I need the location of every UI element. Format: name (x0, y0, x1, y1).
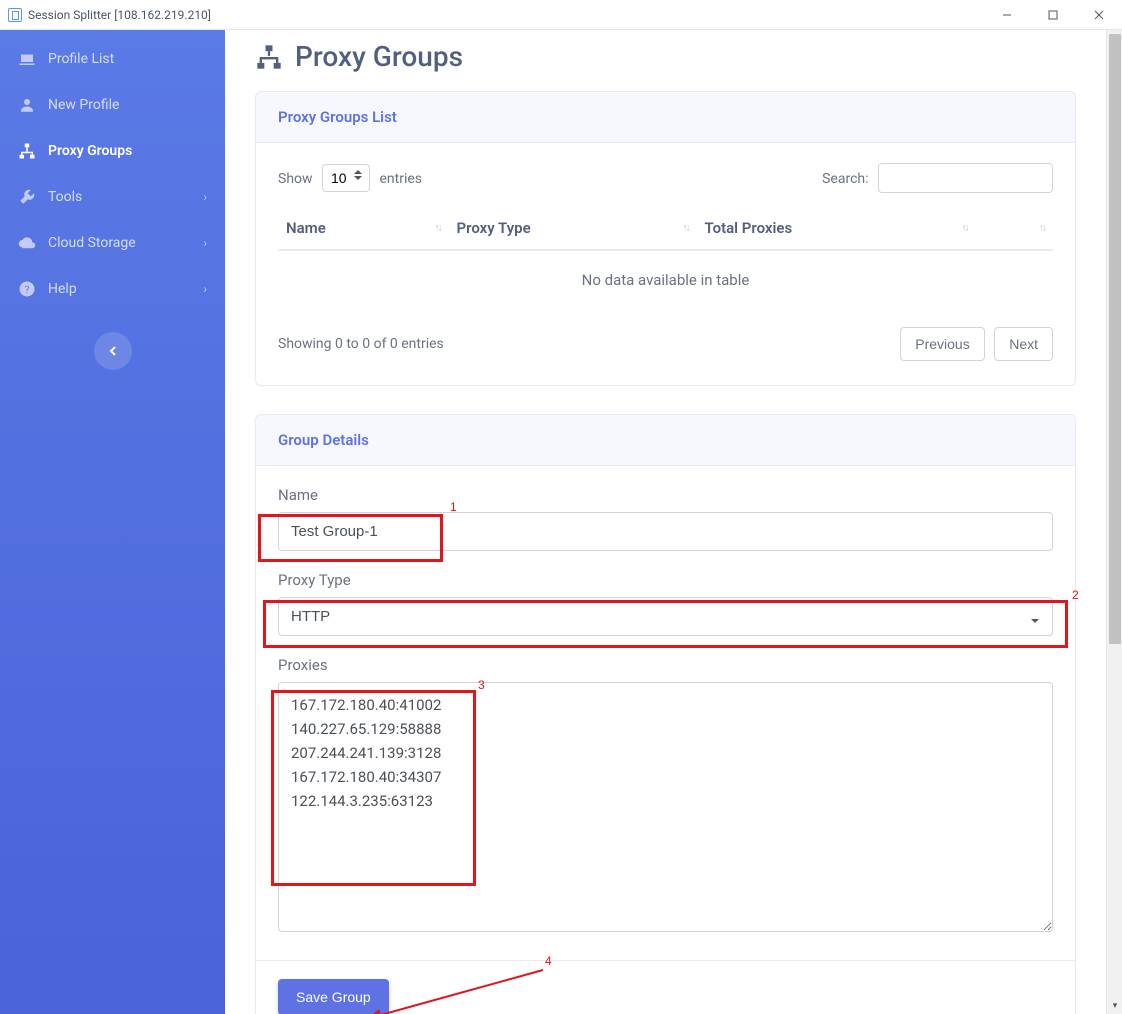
sidebar-item-help[interactable]: ? Help › (0, 266, 225, 312)
search-input[interactable] (878, 163, 1053, 193)
next-button[interactable]: Next (994, 327, 1053, 361)
chevron-right-icon: › (203, 190, 207, 204)
cloud-icon (18, 234, 36, 252)
name-label: Name (278, 486, 1053, 504)
scrollbar-thumb[interactable] (1109, 34, 1121, 644)
sidebar-item-label: New Profile (48, 97, 119, 113)
sidebar-item-label: Tools (48, 189, 82, 205)
sidebar-item-proxy-groups[interactable]: Proxy Groups (0, 128, 225, 174)
card-header: Group Details (256, 415, 1075, 466)
col-actions[interactable]: ↑↓ (976, 207, 1054, 250)
group-details-card: Group Details Name Proxy Type HTTP (255, 414, 1076, 1014)
sidebar-item-new-profile[interactable]: New Profile (0, 82, 225, 128)
network-icon (255, 43, 283, 71)
help-icon: ? (18, 280, 36, 298)
vertical-scrollbar[interactable]: ▾ (1106, 30, 1122, 1014)
proxy-groups-list-card: Proxy Groups List Show 10 entries (255, 91, 1076, 386)
app-icon (8, 8, 22, 22)
minimize-button[interactable] (984, 0, 1030, 30)
page-title: Proxy Groups (295, 40, 463, 73)
col-total-proxies[interactable]: Total Proxies↑↓ (697, 207, 976, 250)
sidebar-item-label: Help (48, 281, 77, 297)
network-icon (18, 142, 36, 160)
proxy-groups-table: Name↑↓ Proxy Type↑↓ Total Proxies↑↓ ↑↓ N… (278, 207, 1053, 309)
card-header: Proxy Groups List (256, 92, 1075, 143)
empty-row: No data available in table (278, 250, 1053, 309)
svg-text:?: ? (25, 283, 30, 296)
proxy-type-label: Proxy Type (278, 571, 1053, 589)
table-info: Showing 0 to 0 of 0 entries (278, 336, 444, 352)
sidebar-item-label: Cloud Storage (48, 235, 136, 251)
wrench-icon (18, 188, 36, 206)
show-entries-control: Show 10 entries (278, 164, 422, 192)
sidebar: Profile List New Profile Proxy Groups To… (0, 30, 225, 1014)
collapse-sidebar-button[interactable] (94, 332, 132, 370)
proxies-textarea[interactable] (278, 682, 1053, 932)
window-titlebar: Session Splitter [108.162.219.210] (0, 0, 1122, 30)
table-search: Search: (822, 163, 1053, 193)
maximize-button[interactable] (1030, 0, 1076, 30)
proxy-type-select[interactable]: HTTP (278, 597, 1053, 636)
group-name-input[interactable] (278, 512, 1053, 551)
user-icon (18, 96, 36, 114)
sidebar-item-tools[interactable]: Tools › (0, 174, 225, 220)
main-area: Proxy Groups Proxy Groups List Show 10 (225, 30, 1122, 1014)
chevron-right-icon: › (203, 236, 207, 250)
laptop-icon (18, 50, 36, 68)
save-group-button[interactable]: Save Group (278, 979, 389, 1014)
scroll-down-icon[interactable]: ▾ (1107, 998, 1122, 1014)
col-name[interactable]: Name↑↓ (278, 207, 449, 250)
window-title: Session Splitter [108.162.219.210] (28, 8, 211, 22)
previous-button[interactable]: Previous (900, 327, 984, 361)
sidebar-item-label: Proxy Groups (48, 143, 132, 159)
sidebar-item-profile-list[interactable]: Profile List (0, 36, 225, 82)
sidebar-item-label: Profile List (48, 51, 114, 67)
close-button[interactable] (1076, 0, 1122, 30)
sidebar-item-cloud-storage[interactable]: Cloud Storage › (0, 220, 225, 266)
chevron-right-icon: › (203, 282, 207, 296)
proxies-label: Proxies (278, 656, 1053, 674)
col-proxy-type[interactable]: Proxy Type↑↓ (449, 207, 697, 250)
entries-select[interactable]: 10 (322, 164, 370, 192)
